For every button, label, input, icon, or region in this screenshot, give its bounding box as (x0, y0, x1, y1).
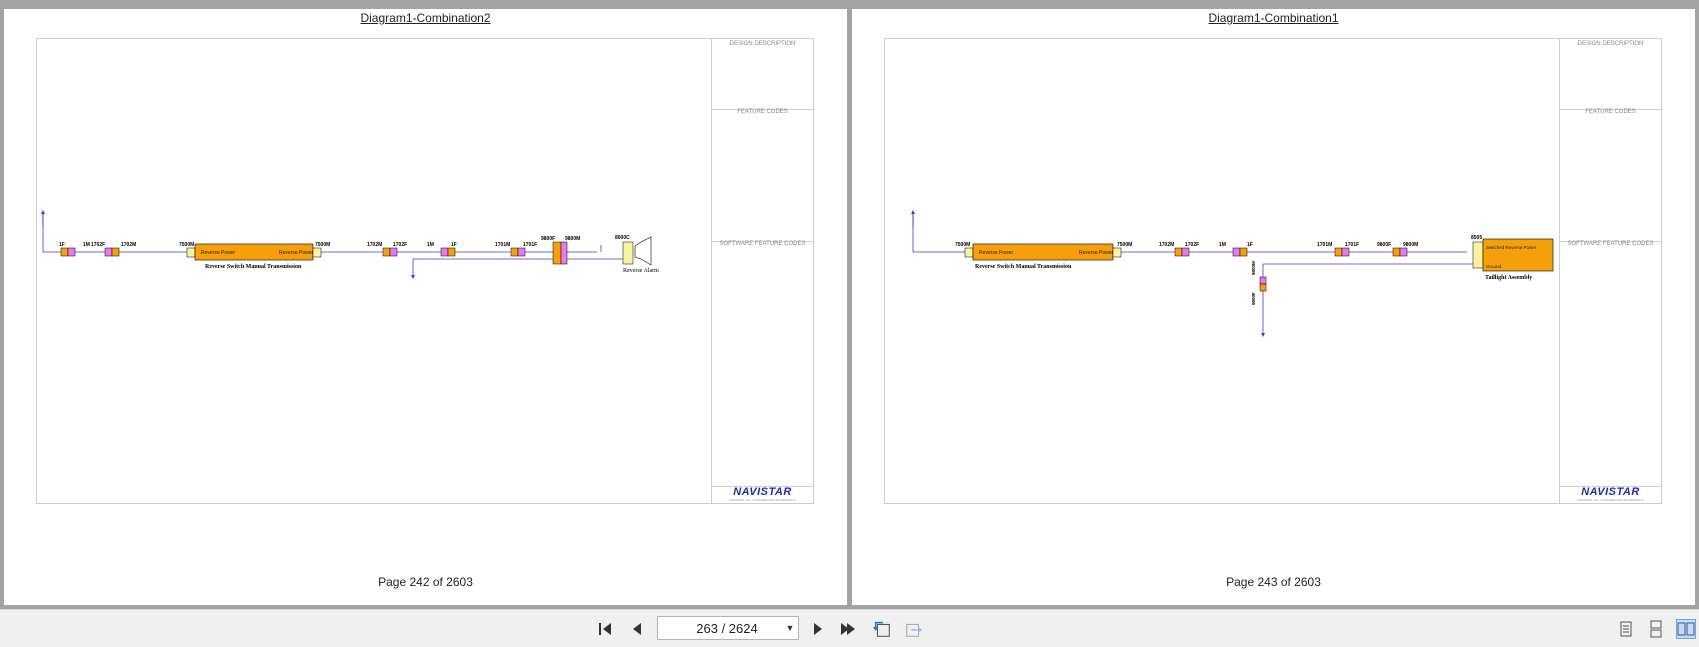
design-description-section: DESIGN DESCRIPTION (1560, 39, 1661, 110)
connector-label: 1702F (1185, 242, 1199, 248)
title-block-panel: DESIGN DESCRIPTION FEATURE CODES SOFTWAR… (1559, 39, 1661, 503)
connector-label: 9800M (1251, 261, 1256, 275)
single-page-icon (1620, 621, 1632, 637)
connector-label: 1701F (1345, 242, 1359, 248)
logo-box: NAVISTAR NAVISTAR, INC. CONFIDENTIAL INF… (1560, 486, 1661, 503)
connector-label: 1702M (367, 242, 382, 248)
connector-label: 8000C (615, 235, 630, 241)
last-page-button[interactable] (838, 619, 858, 639)
logo-caption: NAVISTAR, INC. CONFIDENTIAL INFORMATION (729, 498, 796, 502)
connector-label: 7500M (179, 242, 194, 248)
connector-label: 9800F (1251, 292, 1256, 305)
feature-codes-section: FEATURE CODES (1560, 107, 1661, 242)
navistar-logo: NAVISTAR (1581, 486, 1640, 498)
connector-label: 1702F (91, 242, 105, 248)
connector-label: 1M (1219, 242, 1226, 248)
taillight-inner-top: Switched Reverse Power (1486, 245, 1537, 250)
wiring-diagram: 1F 1M 1702F 1702M 7500M Reverse Power Re… (41, 210, 659, 279)
page-number-footer: Page 243 of 2603 (1226, 575, 1321, 589)
taillight-label: Taillight Assembly (1485, 275, 1532, 281)
continuous-pages-icon (1650, 620, 1662, 638)
connector-label: 7500M (1117, 242, 1132, 248)
continuous-view-button[interactable] (1646, 619, 1666, 639)
page-number-footer: Page 242 of 2603 (378, 575, 473, 589)
connector-label: 7500M (955, 242, 970, 248)
component-inner-right: Reverse Power (1079, 250, 1114, 256)
document-page-right: Diagram1-Combination1 7500M Reverse Powe… (852, 9, 1695, 605)
diagram-frame: 1F 1M 1702F 1702M 7500M Reverse Power Re… (36, 38, 814, 504)
connector-label: 8505 (1471, 235, 1482, 241)
connector-label: 1F (1247, 242, 1253, 248)
wiring-diagram: 7500M Reverse Power Reverse Power Revers… (911, 210, 1554, 337)
connector-label: 9800M (1403, 242, 1418, 248)
logo-caption: NAVISTAR, INC. CONFIDENTIAL INFORMATION (1577, 498, 1644, 502)
last-page-icon (841, 623, 855, 635)
page-title: Diagram1-Combination1 (1208, 11, 1339, 25)
navistar-logo: NAVISTAR (733, 486, 792, 498)
taillight-inner-bottom: Ground (1486, 264, 1502, 269)
component-label: Reverse Switch Manual Transmission (975, 264, 1072, 270)
component-inner-left: Reverse Power (201, 250, 236, 256)
diagram-frame: 7500M Reverse Power Reverse Power Revers… (884, 38, 1662, 504)
first-page-icon (599, 623, 611, 635)
next-page-icon (814, 623, 822, 635)
alarm-label: Reverse Alarm (623, 268, 659, 274)
connector-label: 1701M (495, 242, 510, 248)
component-label: Reverse Switch Manual Transmission (205, 264, 302, 270)
connector-label: 1702M (121, 242, 136, 248)
component-inner-right: Reverse Power (279, 250, 314, 256)
next-page-button[interactable] (808, 619, 828, 639)
connector-label: 1F (59, 242, 65, 248)
connector-label: 1702M (1159, 242, 1174, 248)
connector-label: 1F (451, 242, 457, 248)
go-forward-button[interactable] (904, 619, 924, 639)
go-forward-view-icon (906, 623, 923, 637)
connector-label: 9800M (565, 236, 580, 242)
go-back-button[interactable] (872, 619, 892, 639)
first-page-button[interactable] (596, 619, 616, 639)
design-description-section: DESIGN DESCRIPTION (712, 39, 813, 110)
previous-page-button[interactable] (627, 619, 647, 639)
title-block-panel: DESIGN DESCRIPTION FEATURE CODES SOFTWAR… (711, 39, 813, 503)
two-page-icon (1677, 622, 1695, 636)
connector-label: 1701M (1317, 242, 1332, 248)
feature-codes-section: FEATURE CODES (712, 107, 813, 242)
connector-label: 1M (427, 242, 434, 248)
connector-label: 1M (83, 242, 90, 248)
connector-label: 1702F (393, 242, 407, 248)
connector-label: 7500M (315, 242, 330, 248)
page-indicator-text: 263 / 2624 (696, 620, 758, 636)
go-back-view-icon (872, 621, 890, 637)
connector-label: 9800F (541, 236, 555, 242)
chevron-down-icon[interactable]: ▼ (782, 623, 798, 633)
page-number-input[interactable]: 263 / 2624 ▼ (657, 616, 799, 640)
single-page-view-button[interactable] (1616, 619, 1636, 639)
document-page-left: Diagram1-Combination2 1F 1M 1702F 1702M … (4, 9, 847, 605)
navigation-toolbar: 263 / 2624 ▼ (0, 609, 1699, 647)
two-page-view-button[interactable] (1676, 619, 1696, 639)
software-feature-codes-section: SOFTWARE FEATURE CODES (1567, 241, 1654, 247)
connector-label: 9800F (1377, 242, 1391, 248)
component-inner-left: Reverse Power (979, 250, 1014, 256)
page-title: Diagram1-Combination2 (360, 11, 491, 25)
previous-page-icon (633, 623, 641, 635)
logo-box: NAVISTAR NAVISTAR, INC. CONFIDENTIAL INF… (712, 486, 813, 503)
connector-label: 1701F (523, 242, 537, 248)
software-feature-codes-section: SOFTWARE FEATURE CODES (719, 241, 806, 247)
